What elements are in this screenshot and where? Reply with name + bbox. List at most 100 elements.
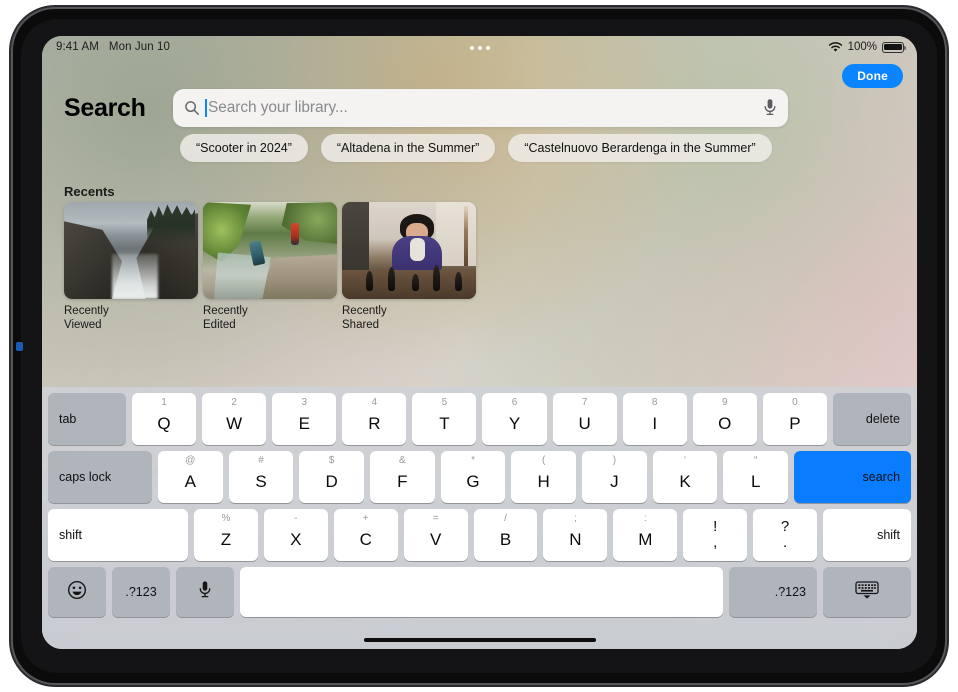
search-suggestion-chips: “Scooter in 2024” “Altadena in the Summe… (180, 134, 772, 162)
key-emoji[interactable] (48, 567, 106, 617)
emoji-smiley-icon (67, 580, 87, 605)
key-l[interactable]: “L (723, 451, 789, 503)
key-x[interactable]: -X (263, 509, 328, 561)
key-sub-label: % (221, 513, 231, 524)
search-input[interactable]: Search your library... (208, 99, 757, 117)
key-sub-label: 5 (441, 397, 448, 408)
key-p[interactable]: 0P (762, 393, 827, 445)
key-sub-label: : (643, 513, 647, 524)
keyboard-row-3: shift % Z -X + C = V / B ; N :M !, ?. shift (48, 509, 912, 561)
key-m[interactable]: :M (613, 509, 678, 561)
key-label: N (569, 529, 582, 549)
key-e[interactable]: 3E (272, 393, 337, 445)
key-sub-label: ( (542, 455, 546, 466)
key-q[interactable]: 1Q (132, 393, 197, 445)
key-s[interactable]: # S (228, 451, 294, 503)
home-indicator[interactable] (363, 637, 596, 642)
coastal-cliffs-photo[interactable] (64, 202, 198, 299)
key-shift-left[interactable]: shift (48, 509, 188, 561)
handle-dot (477, 46, 482, 50)
key-sub-label: + (362, 513, 369, 524)
key-j[interactable]: ) J (582, 451, 647, 503)
key-n[interactable]: ; N (543, 509, 608, 561)
key-z[interactable]: % Z (194, 509, 258, 561)
recents-list: Recently Viewed Recently Edited Recently… (64, 202, 476, 332)
key-label: Z (220, 529, 232, 549)
handle-dot (485, 46, 490, 50)
key-search[interactable]: search (794, 451, 912, 503)
recents-item-label: Recently Viewed (64, 305, 109, 332)
search-icon (185, 101, 199, 115)
key-r[interactable]: 4R (342, 393, 407, 445)
key-g[interactable]: * G (440, 451, 506, 503)
key-label: O (718, 413, 732, 433)
key-h[interactable]: (H (511, 451, 577, 503)
key-f[interactable]: & F (370, 451, 435, 503)
recents-item-label: Recently Shared (342, 305, 387, 332)
key-label: W (226, 413, 243, 433)
key-space[interactable] (240, 567, 723, 617)
device-side-indicator (16, 342, 23, 351)
key-label: D (325, 471, 338, 491)
key-exclamation-comma[interactable]: !, (683, 509, 748, 561)
on-screen-keyboard: tab 1Q 2W 3E 4R 5T 6Y 7U 8I 9O 0P delete… (42, 387, 917, 649)
key-label: I (652, 413, 658, 433)
key-sub-label: # (258, 455, 264, 466)
key-caps-lock[interactable]: caps lock (48, 451, 152, 503)
key-d[interactable]: $ D (299, 451, 365, 503)
battery-icon (882, 41, 907, 53)
keyboard-row-1: tab 1Q 2W 3E 4R 5T 6Y 7U 8I 9O 0P delete (48, 393, 911, 445)
key-b[interactable]: / B (473, 509, 538, 561)
suggestion-chip[interactable]: “Altadena in the Summer” (320, 134, 496, 162)
status-bar: 9:41 AM Mon Jun 10 100% (42, 36, 917, 62)
key-sub-label: 4 (371, 397, 378, 408)
key-c[interactable]: + C (333, 509, 398, 561)
key-question-period[interactable]: ?. (753, 509, 818, 561)
key-w[interactable]: 2W (202, 393, 267, 445)
recents-item-recently-viewed[interactable]: Recently Viewed (64, 202, 198, 332)
key-dismiss-keyboard[interactable] (823, 567, 911, 617)
key-a[interactable]: @ A (158, 451, 223, 503)
search-field[interactable]: Search your library... (173, 89, 788, 127)
girl-playing-chess-photo[interactable] (342, 202, 476, 299)
creek-forest-photo[interactable] (203, 202, 337, 299)
recents-item-label: Recently Edited (203, 305, 248, 332)
key-i[interactable]: 8I (622, 393, 687, 445)
key-label: H (537, 471, 550, 491)
recents-item-recently-shared[interactable]: Recently Shared (342, 202, 476, 332)
key-sub-label: 8 (651, 397, 658, 408)
status-date: Mon Jun 10 (108, 41, 171, 53)
key-label: J (610, 471, 619, 491)
multitask-handle-icon[interactable] (469, 46, 490, 50)
key-sub-label: 9 (722, 397, 728, 408)
key-t[interactable]: 5T (412, 393, 477, 445)
recents-item-recently-edited[interactable]: Recently Edited (203, 202, 337, 332)
key-numbers-right[interactable]: .?123 (729, 567, 817, 617)
key-sub-label: / (504, 513, 507, 524)
wifi-icon (828, 42, 842, 52)
key-numbers-left[interactable]: .?123 (112, 567, 170, 617)
suggestion-chip[interactable]: “Scooter in 2024” (180, 134, 308, 162)
microphone-icon[interactable] (763, 98, 777, 119)
key-shift-right[interactable]: shift (823, 509, 912, 561)
key-sub-label: @ (185, 455, 196, 466)
key-label: C (359, 529, 372, 549)
key-y[interactable]: 6Y (482, 393, 547, 445)
key-u[interactable]: 7U (552, 393, 617, 445)
key-delete[interactable]: delete (832, 393, 911, 445)
key-sub-label: & (399, 455, 406, 466)
key-v[interactable]: = V (403, 509, 468, 561)
text-cursor (205, 99, 207, 117)
suggestion-chip[interactable]: “Castelnuovo Berardenga in the Summer” (508, 134, 772, 162)
key-dictation[interactable] (176, 567, 234, 617)
screen: 9:41 AM Mon Jun 10 100% Done Search Sear… (42, 36, 917, 649)
key-label: V (429, 529, 442, 549)
done-button[interactable]: Done (842, 64, 903, 88)
key-k[interactable]: ‘K (652, 451, 718, 503)
key-o[interactable]: 9O (692, 393, 757, 445)
key-label: T (439, 413, 450, 433)
key-label: A (184, 471, 196, 491)
key-tab[interactable]: tab (48, 393, 126, 445)
key-sub-label: * (471, 455, 475, 466)
key-label: U (578, 413, 591, 433)
